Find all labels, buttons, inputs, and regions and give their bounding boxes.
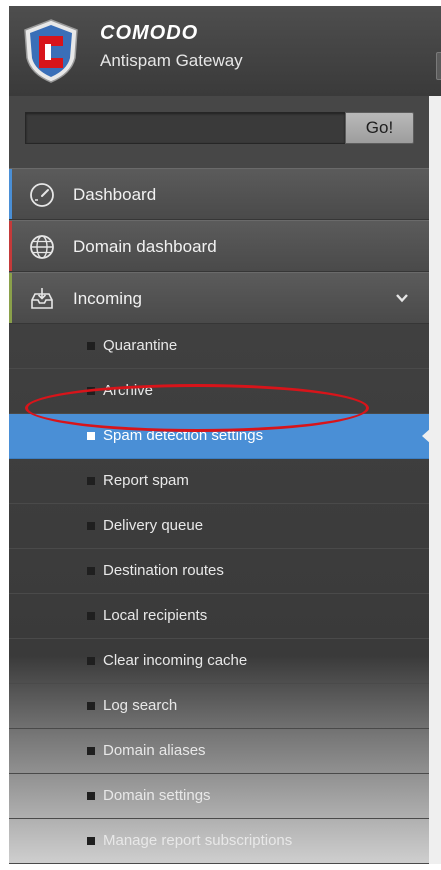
sub-item-clear-incoming-cache[interactable]: Clear incoming cache [9, 639, 429, 684]
gauge-icon [30, 183, 54, 207]
sub-item-label: Domain aliases [103, 742, 206, 759]
header-control-button[interactable] [436, 52, 441, 80]
brand-name: COMODO [100, 22, 199, 44]
sidebar: Go! Dashboard Domain dashboard Incoming … [9, 96, 431, 864]
app-frame: COMODO Antispam Gateway Go! Dashboard Do… [9, 6, 441, 864]
globe-icon [30, 235, 54, 259]
go-button[interactable]: Go! [345, 112, 414, 144]
product-name: Antispam Gateway [100, 51, 243, 70]
sub-item-quarantine[interactable]: Quarantine [9, 324, 429, 369]
sub-item-destination-routes[interactable]: Destination routes [9, 549, 429, 594]
search-bar: Go! [9, 96, 429, 168]
sub-item-spam-detection-settings[interactable]: Spam detection settings [9, 414, 431, 459]
sub-item-archive[interactable]: Archive [9, 369, 429, 414]
bullet [87, 342, 95, 350]
bullet [87, 477, 95, 485]
sub-item-label: Report spam [103, 472, 189, 489]
inbox-icon [31, 288, 53, 309]
sub-item-delivery-queue[interactable]: Delivery queue [9, 504, 429, 549]
bullet [87, 612, 95, 620]
nav-label-dashboard: Dashboard [73, 185, 157, 204]
sub-item-manage-report-subscriptions[interactable]: Manage report subscriptions [9, 819, 429, 864]
app-header: COMODO Antispam Gateway [9, 6, 441, 96]
nav-accent [9, 273, 12, 323]
bullet [87, 387, 95, 395]
sub-item-log-search[interactable]: Log search [9, 684, 429, 729]
chevron-down-icon[interactable] [395, 291, 409, 305]
sub-item-label: Log search [103, 697, 178, 714]
nav-accent [9, 169, 12, 219]
sub-item-domain-aliases[interactable]: Domain aliases [9, 729, 429, 774]
active-pointer [422, 428, 431, 444]
nav-item-dashboard[interactable]: Dashboard [9, 168, 429, 220]
nav-item-incoming[interactable]: Incoming [9, 272, 429, 324]
sub-item-label: Quarantine [103, 337, 178, 354]
bullet [87, 432, 95, 440]
bullet [87, 747, 95, 755]
sub-item-label: Delivery queue [103, 517, 204, 534]
sub-item-label: Domain settings [103, 787, 211, 804]
sub-item-label: Destination routes [103, 562, 224, 579]
bullet [87, 837, 95, 845]
search-input[interactable] [25, 112, 345, 144]
bullet [87, 522, 95, 530]
bullet [87, 567, 95, 575]
comodo-shield-logo [24, 19, 78, 83]
sub-item-label: Clear incoming cache [103, 652, 248, 669]
bullet [87, 657, 95, 665]
nav-accent [9, 221, 12, 271]
sub-item-label: Manage report subscriptions [103, 832, 293, 849]
bullet [87, 792, 95, 800]
sub-item-report-spam[interactable]: Report spam [9, 459, 429, 504]
sub-item-domain-settings[interactable]: Domain settings [9, 774, 429, 819]
nav-label-domain-dashboard: Domain dashboard [73, 237, 217, 256]
sub-item-label: Spam detection settings [103, 427, 264, 444]
sub-item-local-recipients[interactable]: Local recipients [9, 594, 429, 639]
nav-label-incoming: Incoming [73, 289, 142, 308]
bullet [87, 702, 95, 710]
sub-item-label: Local recipients [103, 607, 208, 624]
nav-item-domain-dashboard[interactable]: Domain dashboard [9, 220, 429, 272]
content-area-edge [429, 96, 441, 864]
sub-item-label: Archive [103, 382, 154, 399]
